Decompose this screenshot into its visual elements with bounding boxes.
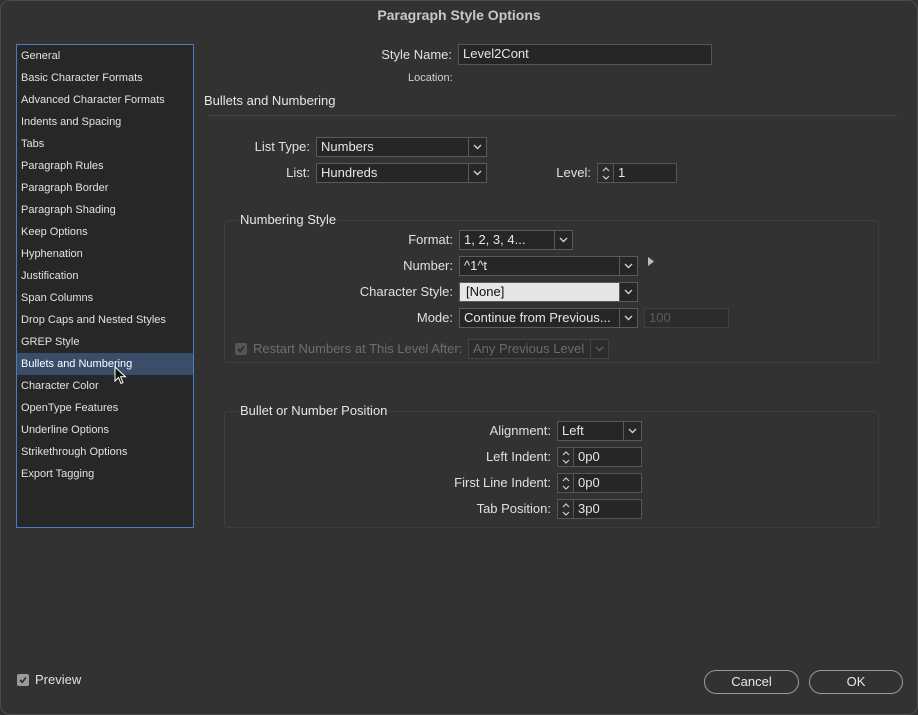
list-type-dropdown[interactable]: Numbers [316,137,487,157]
sidebar-item-keep-options[interactable]: Keep Options [17,221,193,243]
number-value[interactable]: ^1^t [464,257,487,275]
mode-value: Continue from Previous... [464,310,611,325]
sidebar-item-general[interactable]: General [17,45,193,67]
tab-position-value[interactable]: 3p0 [574,499,642,519]
tab-position-label: Tab Position: [476,501,551,516]
character-style-dropdown[interactable]: [None] [459,282,638,302]
preview-checkbox[interactable] [17,674,29,686]
chevron-down-icon [619,309,637,327]
first-line-indent-label: First Line Indent: [454,475,551,490]
sidebar-item-paragraph-rules[interactable]: Paragraph Rules [17,155,193,177]
sidebar-item-opentype-features[interactable]: OpenType Features [17,397,193,419]
section-title: Bullets and Numbering [204,93,336,108]
list-type-value: Numbers [321,139,374,154]
sidebar-item-paragraph-shading[interactable]: Paragraph Shading [17,199,193,221]
position-title: Bullet or Number Position [238,403,390,418]
restart-numbers-label: Restart Numbers at This Level After: [253,341,463,356]
chevron-down-icon [554,231,572,249]
stepper-arrows-icon[interactable] [597,163,614,183]
sidebar-item-underline-options[interactable]: Underline Options [17,419,193,441]
mode-dropdown[interactable]: Continue from Previous... [459,308,638,328]
sidebar-item-advanced-character-formats[interactable]: Advanced Character Formats [17,89,193,111]
list-dropdown[interactable]: Hundreds [316,163,487,183]
chevron-down-icon [590,340,608,358]
category-list[interactable]: General Basic Character Formats Advanced… [16,44,194,528]
sidebar-item-tabs[interactable]: Tabs [17,133,193,155]
sidebar-item-bullets-and-numbering[interactable]: Bullets and Numbering [17,353,193,375]
sidebar-item-grep-style[interactable]: GREP Style [17,331,193,353]
format-dropdown[interactable]: 1, 2, 3, 4... [459,230,573,250]
sidebar-item-hyphenation[interactable]: Hyphenation [17,243,193,265]
alignment-dropdown[interactable]: Left [557,421,642,441]
sidebar-item-drop-caps[interactable]: Drop Caps and Nested Styles [17,309,193,331]
chevron-down-icon [619,283,637,301]
mode-start-number-input[interactable]: 100 [644,308,729,328]
sidebar-item-justification[interactable]: Justification [17,265,193,287]
number-input[interactable]: ^1^t [459,256,638,276]
first-line-indent-stepper[interactable]: 0p0 [557,473,642,493]
alignment-value: Left [562,423,584,438]
sidebar-item-export-tagging[interactable]: Export Tagging [17,463,193,485]
first-line-indent-value[interactable]: 0p0 [574,473,642,493]
alignment-label: Alignment: [489,423,551,438]
chevron-down-icon [468,164,486,182]
mode-label: Mode: [416,310,453,325]
section-divider [209,115,897,116]
list-label: List: [286,165,310,180]
level-value[interactable]: 1 [614,163,677,183]
chevron-down-icon [619,257,637,275]
stepper-arrows-icon[interactable] [557,473,574,493]
chevron-down-icon [468,138,486,156]
sidebar-item-basic-character-formats[interactable]: Basic Character Formats [17,67,193,89]
list-value: Hundreds [321,165,378,180]
location-label: Location: [408,72,453,84]
format-value: 1, 2, 3, 4... [464,232,526,247]
dialog-title: Paragraph Style Options [377,7,541,23]
number-label: Number: [403,258,453,273]
character-style-value: [None] [466,284,505,299]
cancel-button[interactable]: Cancel [704,670,799,694]
sidebar-item-character-color[interactable]: Character Color [17,375,193,397]
format-label: Format: [408,232,453,247]
preview-label: Preview [35,672,82,687]
style-name-input[interactable]: Level2Cont [458,44,712,65]
mouse-pointer-icon [114,366,127,385]
restart-after-value: Any Previous Level [473,341,585,356]
dialog-window: Paragraph Style Options General Basic Ch… [0,0,918,715]
stepper-arrows-icon[interactable] [557,499,574,519]
left-indent-stepper[interactable]: 0p0 [557,447,642,467]
sidebar-item-strikethrough-options[interactable]: Strikethrough Options [17,441,193,463]
sidebar-item-span-columns[interactable]: Span Columns [17,287,193,309]
position-group [224,411,879,528]
chevron-down-icon [623,422,641,440]
restart-numbers-checkbox[interactable] [235,343,247,355]
level-label: Level: [556,165,591,180]
style-name-label: Style Name: [381,47,452,62]
ok-button[interactable]: OK [809,670,903,694]
sidebar-item-indents-and-spacing[interactable]: Indents and Spacing [17,111,193,133]
left-indent-label: Left Indent: [485,449,551,464]
list-type-label: List Type: [254,139,310,154]
sidebar-item-paragraph-border[interactable]: Paragraph Border [17,177,193,199]
insert-special-character-icon[interactable] [648,257,654,266]
numbering-style-title: Numbering Style [238,212,339,227]
character-style-label: Character Style: [359,284,453,299]
restart-after-dropdown[interactable]: Any Previous Level [468,339,609,359]
left-indent-value[interactable]: 0p0 [574,447,642,467]
stepper-arrows-icon[interactable] [557,447,574,467]
tab-position-stepper[interactable]: 3p0 [557,499,642,519]
level-stepper[interactable]: 1 [597,163,677,183]
